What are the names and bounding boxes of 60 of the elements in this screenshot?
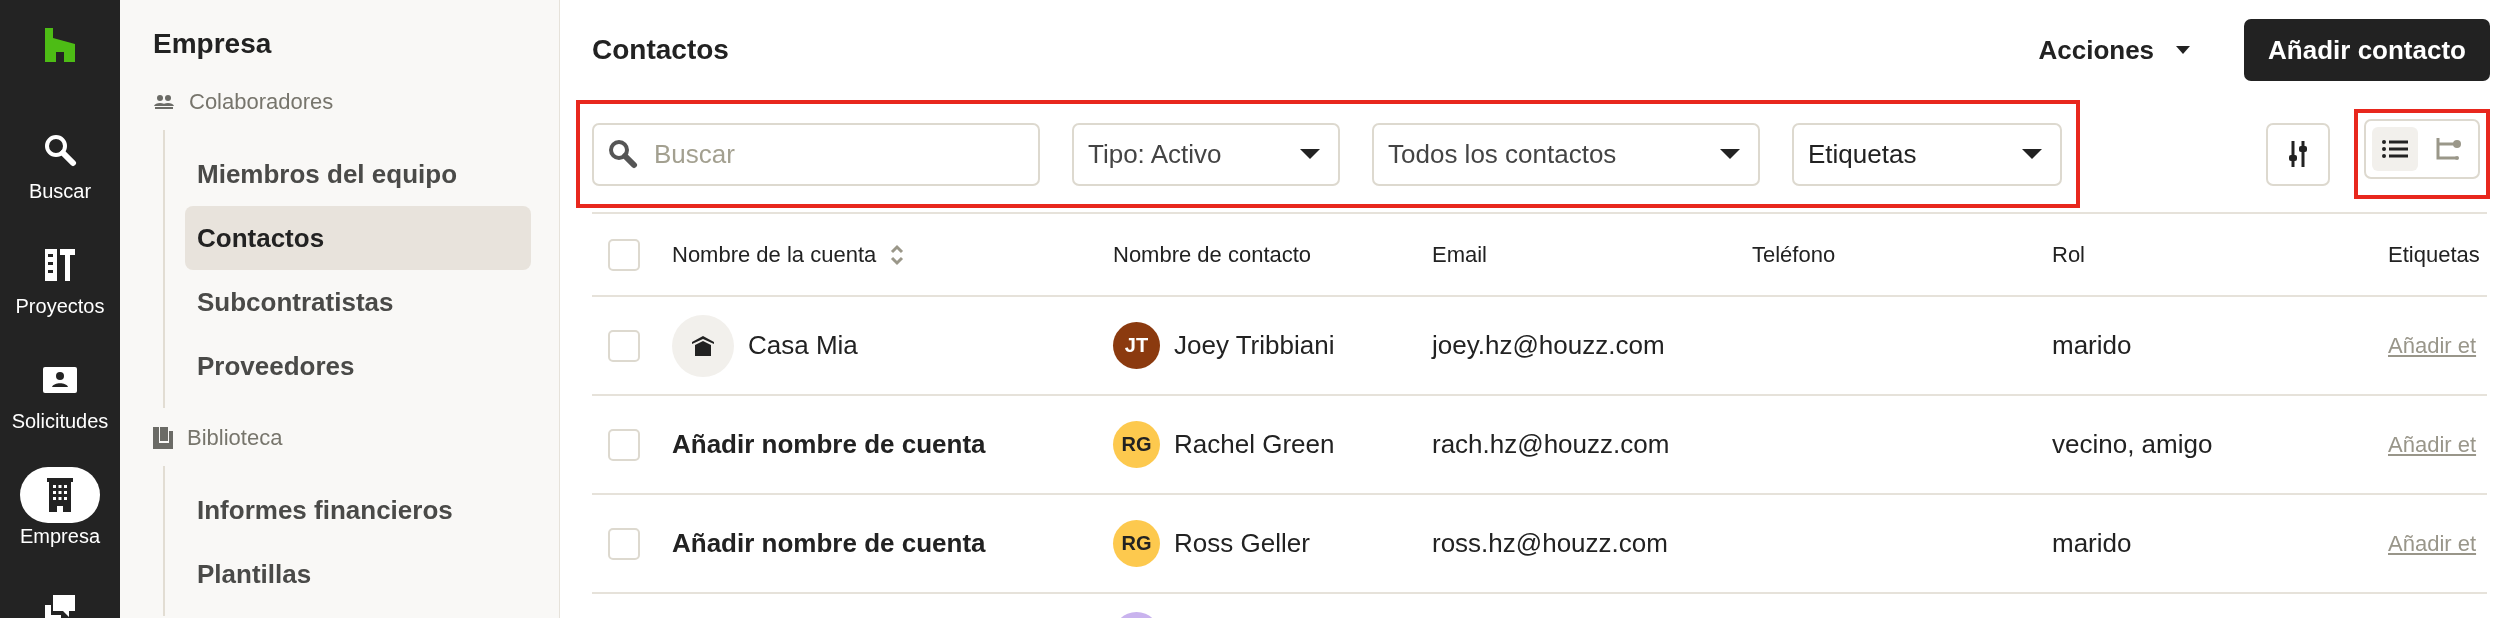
filter-dropdown[interactable]: Tipo: Activo [1072, 122, 1340, 186]
sidebar-item[interactable]: Proveedores [185, 334, 531, 398]
role-text: vecino, amigo [2052, 429, 2213, 460]
section-label: Biblioteca [187, 425, 283, 451]
search-field[interactable]: Buscar [592, 122, 1040, 186]
column-header: Nombre de la cuenta [672, 241, 877, 268]
actions-dropdown[interactable]: Acciones [2034, 26, 2195, 74]
caret-icon [2176, 46, 2191, 54]
logo-icon[interactable] [45, 28, 75, 62]
column-header: Rol [2052, 241, 2085, 268]
caret-icon [2022, 149, 2042, 159]
column-header: Email [1432, 241, 1487, 268]
sort-icon[interactable] [890, 242, 905, 267]
caret-icon [1300, 149, 1320, 159]
column-header: Etiquetas [2388, 241, 2480, 268]
role-text: marido [2052, 528, 2132, 559]
sidebar-item[interactable]: Miembros del equipo [185, 142, 531, 206]
row-checkbox[interactable] [608, 527, 640, 560]
avatar: RG [1113, 421, 1160, 468]
contact-name[interactable]: Rachel Green [1174, 429, 1335, 460]
contact-name[interactable]: Ross Geller [1174, 528, 1310, 559]
sidebar-item[interactable]: Subcontratistas [185, 270, 531, 334]
list-view-button[interactable] [2372, 127, 2418, 171]
add-account-link[interactable]: Añadir nombre de cuenta [672, 429, 986, 460]
avatar: RG [1113, 520, 1160, 567]
select-all-checkbox[interactable] [608, 238, 640, 271]
sidebar-title: Empresa [153, 28, 273, 60]
sliders-button[interactable] [2266, 122, 2330, 186]
column-header: Teléfono [1752, 241, 1836, 268]
role-text: marido [2052, 330, 2132, 361]
sidebar-item[interactable]: Informes financieros [185, 478, 531, 542]
sidebar-item[interactable]: Plantillas [185, 542, 531, 606]
add-contact-button[interactable]: Añadir contacto [2244, 19, 2490, 81]
rail-label[interactable]: Solicitudes [11, 410, 109, 433]
email-text: rach.hz@houzz.com [1432, 429, 1670, 460]
page-title: Contactos [592, 34, 730, 66]
row-checkbox[interactable] [608, 428, 640, 461]
filter-dropdown[interactable]: Etiquetas [1792, 122, 2062, 186]
email-text: joey.hz@houzz.com [1432, 330, 1665, 361]
section-label: Colaboradores [189, 89, 334, 115]
sliders-icon [2288, 141, 2308, 167]
account-name[interactable]: Casa Mia [748, 330, 858, 361]
filter-dropdown[interactable]: Todos los contactos [1372, 122, 1760, 186]
rail-label[interactable]: Buscar [28, 180, 92, 203]
people-icon [153, 94, 175, 110]
row-checkbox[interactable] [608, 329, 640, 362]
add-account-link[interactable]: Añadir nombre de cuenta [672, 528, 986, 559]
building-icon[interactable] [20, 467, 100, 523]
email-text: ross.hz@houzz.com [1432, 528, 1668, 559]
list-icon [2382, 139, 2408, 159]
search-icon [608, 138, 638, 169]
avatar: JT [1113, 322, 1160, 369]
column-header: Nombre de contacto [1113, 241, 1312, 268]
caret-icon [1720, 149, 1740, 159]
rail-label[interactable]: Empresa [20, 525, 100, 548]
sidebar-item[interactable]: Contactos [185, 206, 531, 270]
rail-label[interactable]: Proyectos [15, 295, 105, 318]
contact-name[interactable]: Joey Tribbiani [1174, 330, 1335, 361]
tree-icon [2436, 138, 2462, 160]
book-icon [153, 427, 173, 449]
